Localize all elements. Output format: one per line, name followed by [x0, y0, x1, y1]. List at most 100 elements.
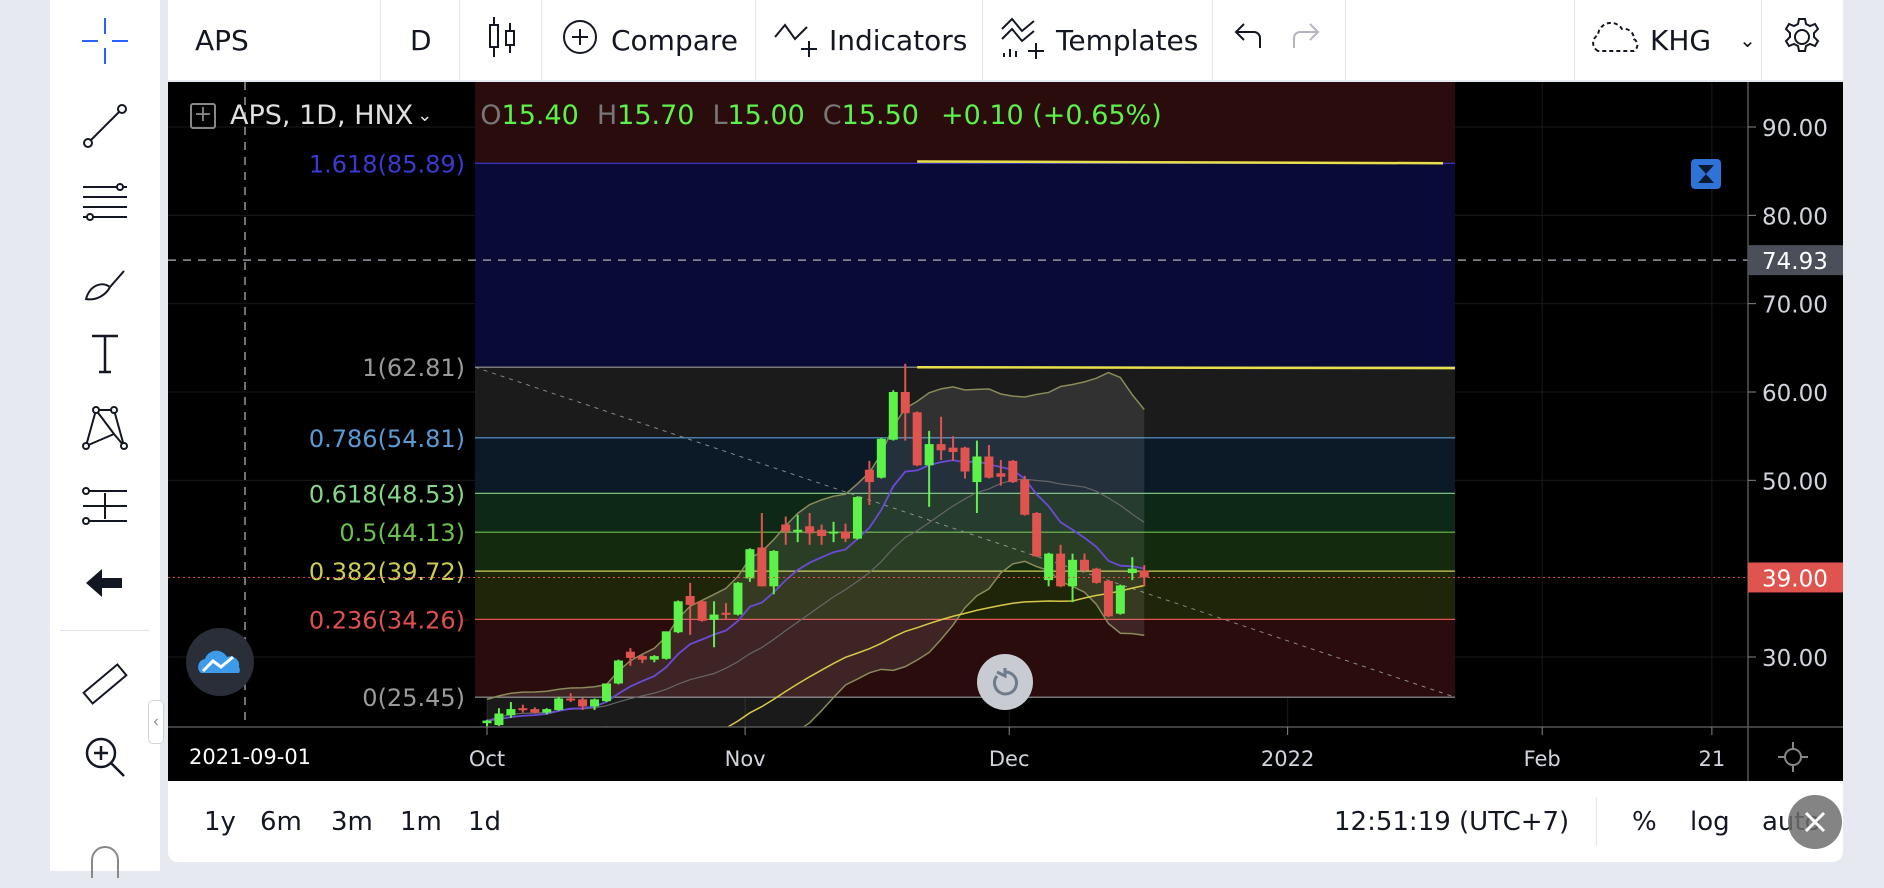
- candle-body: [685, 596, 695, 605]
- candle-body: [1008, 460, 1018, 483]
- fib-level-label: 0.786(54.81): [309, 425, 465, 453]
- change-value: +0.10 (+0.65%): [940, 100, 1162, 131]
- time-tick-label: 2022: [1261, 747, 1314, 771]
- candle-body: [590, 699, 600, 707]
- candle-body: [625, 651, 635, 658]
- price-tick-label: 70.00: [1762, 293, 1828, 319]
- close-button[interactable]: [1788, 795, 1842, 849]
- candle-body: [530, 709, 540, 713]
- candle-body: [996, 473, 1006, 477]
- range-label: 1m: [400, 806, 442, 837]
- candle-body: [673, 601, 683, 633]
- candle-body: [1056, 553, 1066, 587]
- open-value: 15.40: [501, 100, 579, 131]
- range-3m-button[interactable]: 3m: [331, 781, 373, 862]
- logo-button[interactable]: [186, 628, 254, 696]
- candle-body: [1127, 568, 1137, 574]
- close-icon: [1804, 811, 1826, 833]
- open-label: O: [480, 100, 502, 131]
- candle-body: [864, 469, 874, 483]
- candle-body: [637, 656, 647, 660]
- expand-legend-icon[interactable]: +: [190, 102, 216, 129]
- candle-body: [578, 699, 588, 707]
- clock-timezone[interactable]: 12:51:19 (UTC+7): [1334, 781, 1569, 862]
- candle-body: [948, 447, 958, 453]
- candle-body: [1091, 568, 1101, 583]
- range-label: 3m: [331, 806, 373, 837]
- range-label: 1y: [204, 806, 236, 837]
- scroll-to-end-icon[interactable]: [1691, 159, 1721, 189]
- candle-body: [805, 526, 815, 534]
- candle-body: [817, 529, 827, 536]
- range-1d-button[interactable]: 1d: [468, 781, 501, 862]
- log-toggle[interactable]: log: [1690, 781, 1730, 862]
- time-tick-label: Dec: [989, 747, 1030, 771]
- candle-body: [566, 698, 576, 701]
- percent-label: %: [1632, 806, 1657, 837]
- fib-level-label: 0.5(44.13): [339, 519, 465, 547]
- candle-body: [852, 497, 862, 539]
- candle-body: [1020, 479, 1030, 515]
- range-6m-button[interactable]: 6m: [260, 781, 302, 862]
- candle-body: [506, 709, 516, 716]
- range-1y-button[interactable]: 1y: [204, 781, 236, 862]
- candle-body: [912, 412, 922, 466]
- candle-body: [984, 456, 994, 478]
- candle-body: [697, 601, 707, 621]
- candle-body: [721, 612, 731, 615]
- fib-level-label: 1.618(85.89): [309, 150, 465, 178]
- price-tick-label: 80.00: [1762, 204, 1828, 230]
- chart-legend: + APS, 1D, HNX ⌄ O 15.40 H 15.70 L 15.00 C1…: [190, 100, 1162, 131]
- range-1m-button[interactable]: 1m: [400, 781, 442, 862]
- crosshair-date-label: 2021-09-01: [189, 745, 311, 769]
- range-label: 6m: [260, 806, 302, 837]
- candle-body: [482, 720, 492, 724]
- candle-body: [745, 549, 755, 579]
- last-price-label: 39.00: [1762, 566, 1828, 592]
- candle-body: [518, 708, 528, 711]
- candle-body: [757, 547, 767, 587]
- candle-body: [733, 582, 743, 615]
- candle-body: [924, 444, 934, 466]
- time-axis-settings-icon[interactable]: [1776, 740, 1810, 779]
- low-value: 15.00: [727, 100, 805, 131]
- candle-body: [1080, 559, 1089, 571]
- candle-body: [960, 447, 970, 472]
- candle-body: [793, 529, 803, 532]
- reset-icon: [993, 668, 1018, 696]
- horizontal-ray: [917, 160, 1444, 165]
- candle-body: [602, 683, 611, 702]
- symbol-title[interactable]: APS, 1D, HNX: [230, 100, 413, 131]
- price-tick-label: 50.00: [1762, 469, 1828, 495]
- fib-level-label: 1(62.81): [362, 354, 465, 382]
- fib-level-label: 0.382(39.72): [309, 558, 465, 586]
- fib-level-label: 0(25.45): [362, 684, 465, 712]
- candle-body: [900, 391, 910, 414]
- fib-level-label: 0.618(48.53): [309, 480, 465, 508]
- candle-body: [494, 713, 504, 725]
- candle-body: [972, 456, 982, 483]
- price-tick-label: 90.00: [1762, 116, 1828, 142]
- fib-fill-1.618: [475, 163, 1455, 368]
- reset-chart-button[interactable]: [977, 654, 1033, 710]
- candle-body: [1139, 570, 1149, 578]
- percent-toggle[interactable]: %: [1632, 781, 1657, 862]
- close-value: 15.50: [841, 100, 919, 131]
- cloud-logo-icon: [198, 650, 240, 673]
- candle-body: [841, 531, 850, 539]
- candle-body: [649, 656, 659, 660]
- time-tick-label: Feb: [1524, 747, 1561, 771]
- price-tick-label: 30.00: [1762, 646, 1828, 672]
- candle-body: [829, 531, 839, 534]
- candle-body: [661, 631, 671, 659]
- candle-body: [1103, 581, 1113, 617]
- candle-body: [769, 550, 779, 587]
- chevron-down-icon[interactable]: ⌄: [417, 105, 432, 126]
- log-label: log: [1690, 806, 1730, 837]
- range-label: 1d: [468, 806, 502, 837]
- candle-body: [781, 524, 791, 532]
- candle-body: [936, 444, 946, 451]
- candle-body: [1115, 585, 1125, 614]
- low-label: L: [712, 100, 728, 131]
- high-label: H: [596, 100, 618, 131]
